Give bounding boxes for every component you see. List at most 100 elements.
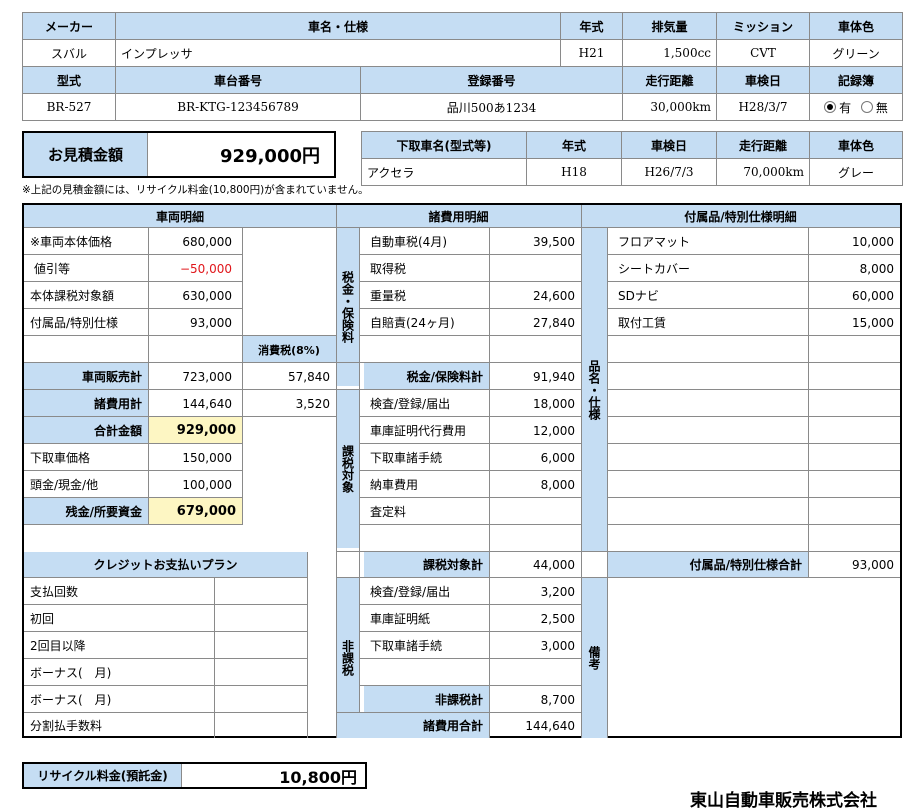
grand-total-value: 929,000 <box>148 417 242 444</box>
options-total-value: 93,000 <box>852 557 894 572</box>
inspection-value: H28/3/7 <box>716 93 811 121</box>
fees-total-tax: 3,520 <box>295 396 330 411</box>
fees-title: 諸費用明細 <box>336 205 581 227</box>
tradein-table: 下取車名(型式等) 年式 車検日 走行距離 車体色 アクセラ H18 H26/7… <box>361 131 903 186</box>
fee-row-value: 2,500 <box>540 611 575 626</box>
fee-row-label: 車庫証明紙 <box>370 612 431 626</box>
displacement-value: 1,500cc <box>622 39 718 67</box>
body-color-value: グリーン <box>809 39 904 67</box>
fee-row-label: 自動車税(4月) <box>370 235 447 249</box>
recycle-label: リサイクル料金(預託金) <box>24 764 182 787</box>
fee-row-value: 24,600 <box>533 288 575 303</box>
option-row-value: 10,000 <box>852 234 894 249</box>
consumption-tax-header: 消費税(8%) <box>242 336 336 363</box>
recycle-box: リサイクル料金(預託金) 10,800円 <box>22 762 367 789</box>
vd-row-value: 630,000 <box>182 288 232 303</box>
vd-row-value: −50,000 <box>179 261 232 276</box>
fee-row-label: 査定料 <box>370 505 407 519</box>
option-row-value: 60,000 <box>852 288 894 303</box>
vehicle-info-table: メーカー 車名・仕様 年式 排気量 ミッション 車体色 スバル インプレッサ H… <box>22 12 904 121</box>
fee-row-label: 自賠責(24ヶ月) <box>370 316 455 330</box>
tradein-price-value: 150,000 <box>182 450 232 465</box>
credit-row-label: ボーナス( 月) <box>30 693 112 707</box>
header-transmission: ミッション <box>716 12 811 40</box>
option-row-label: SDナビ <box>618 289 659 303</box>
credit-plan-title: クレジットお支払いプラン <box>24 552 307 577</box>
fee-row-value: 8,000 <box>540 477 575 492</box>
fee-row-label: 納車費用 <box>370 478 419 492</box>
header-inspection: 車検日 <box>716 66 811 94</box>
header-displacement: 排気量 <box>622 12 718 40</box>
mileage-value: 30,000km <box>622 93 718 121</box>
estimate-note: ※上記の見積金額には、リサイクル料金(10,800円)が含まれていません。 <box>22 184 369 196</box>
credit-row-label: 分割払手数料 <box>30 719 103 733</box>
maker-value: スバル <box>22 39 116 67</box>
option-row-value: 15,000 <box>852 315 894 330</box>
car-name-value: インプレッサ <box>114 39 562 67</box>
tradein-header-mileage: 走行距離 <box>716 131 810 159</box>
down-payment-value: 100,000 <box>182 477 232 492</box>
option-row-label: フロアマット <box>618 235 691 249</box>
fee-row-label: 取得税 <box>370 262 407 276</box>
fees-grand-total-label: 諸費用合計 <box>337 713 489 738</box>
option-row-label: 取付工賃 <box>618 316 667 330</box>
down-payment-label: 頭金/現金/他 <box>30 478 99 492</box>
vd-row-value: 680,000 <box>182 234 232 249</box>
record-yes-radio[interactable] <box>824 100 837 113</box>
registration-value: 品川500あ1234 <box>359 93 624 121</box>
fees-group-taxable: 課税対象 <box>337 390 359 548</box>
fee-row-value: 18,000 <box>533 396 575 411</box>
header-registration: 登録番号 <box>359 66 624 94</box>
header-year: 年式 <box>560 12 624 40</box>
header-maker: メーカー <box>22 12 116 40</box>
tradein-color: グレー <box>809 158 903 186</box>
tradein-mileage: 70,000km <box>716 158 810 186</box>
estimate-label: お見積金額 <box>24 133 148 176</box>
options-side-label: 品名・仕様 <box>582 228 607 551</box>
sales-total-value: 723,000 <box>182 369 232 384</box>
credit-row-label: 初回 <box>30 612 55 626</box>
tax-insurance-subtotal-label: 税金/保険料計 <box>364 363 489 390</box>
fee-row-label: 検査/登録/届出 <box>370 397 451 411</box>
header-car-name: 車名・仕様 <box>114 12 562 40</box>
fee-row-value: 27,840 <box>533 315 575 330</box>
record-no-label: 無 <box>875 100 888 115</box>
vd-row-label: ※車両本体価格 <box>30 235 113 249</box>
fee-row-label: 下取車諸手続 <box>370 451 443 465</box>
recycle-amount: 10,800円 <box>279 767 357 787</box>
remarks-label: 備考 <box>582 578 607 738</box>
header-model: 型式 <box>22 66 116 94</box>
year-value: H21 <box>560 39 624 67</box>
fees-total-label: 諸費用計 <box>24 390 148 417</box>
estimate-amount: 929,000円 <box>220 145 320 167</box>
header-chassis: 車台番号 <box>115 66 361 94</box>
fee-row-value: 12,000 <box>533 423 575 438</box>
record-no-radio[interactable] <box>860 100 873 113</box>
fee-row-value: 6,000 <box>540 450 575 465</box>
vehicle-detail-title: 車両明細 <box>24 205 336 227</box>
model-value: BR-527 <box>22 93 116 121</box>
balance-label: 残金/所要資金 <box>24 498 148 525</box>
tradein-header-year: 年式 <box>526 131 622 159</box>
tradein-price-label: 下取車価格 <box>30 451 91 465</box>
header-body-color: 車体色 <box>809 12 904 40</box>
fee-row-value: 3,200 <box>540 584 575 599</box>
options-title: 付属品/特別仕様明細 <box>581 205 900 227</box>
fees-total-value: 144,640 <box>182 396 232 411</box>
company-name: 東山自動車販売株式会社 <box>690 791 877 811</box>
fee-row-value <box>489 255 581 282</box>
estimate-box: お見積金額 929,000円 <box>22 131 336 178</box>
vd-row-label: 本体課税対象額 <box>30 289 115 303</box>
tax-insurance-subtotal-value: 91,940 <box>533 369 575 384</box>
detail-panel: 車両明細 諸費用明細 付属品/特別仕様明細 ※車両本体価格 680,000 値引… <box>22 203 902 738</box>
record-yes-label: 有 <box>839 100 852 115</box>
fee-row-label: 下取車諸手続 <box>370 639 443 653</box>
option-row-label: シートカバー <box>618 262 691 276</box>
credit-row-label: 2回目以降 <box>30 639 86 653</box>
tradein-header-inspection: 車検日 <box>621 131 717 159</box>
chassis-value: BR-KTG-123456789 <box>115 93 361 121</box>
grand-total-label: 合計金額 <box>24 417 148 444</box>
balance-value: 679,000 <box>148 498 242 525</box>
fee-row-label: 検査/登録/届出 <box>370 585 451 599</box>
nontaxable-subtotal-value: 8,700 <box>540 692 575 707</box>
